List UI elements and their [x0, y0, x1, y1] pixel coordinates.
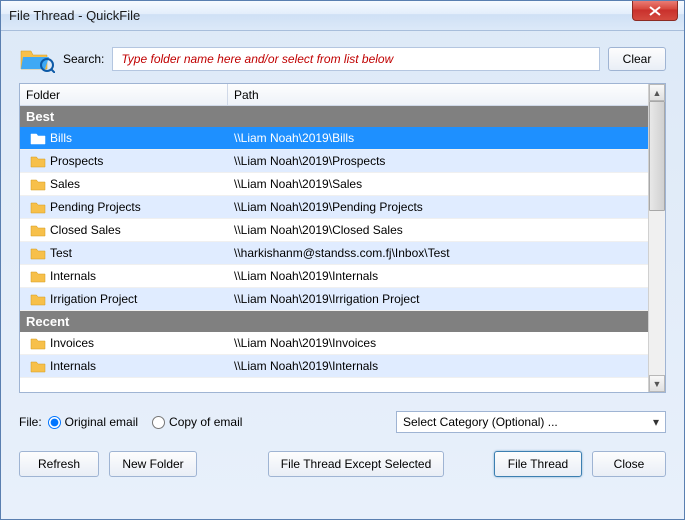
- row-folder-name: Invoices: [50, 336, 94, 350]
- row-path: \\Liam Noah\2019\Bills: [234, 131, 354, 145]
- scroll-thumb[interactable]: [649, 101, 665, 211]
- search-label: Search:: [63, 52, 104, 66]
- options-row: File: Original email Copy of email Selec…: [19, 411, 666, 433]
- radio-copy-label: Copy of email: [169, 415, 242, 429]
- folder-icon: [30, 201, 46, 214]
- scrollbar[interactable]: ▲ ▼: [648, 84, 665, 392]
- close-window-button[interactable]: [632, 1, 678, 21]
- new-folder-button[interactable]: New Folder: [109, 451, 197, 477]
- row-path: \\Liam Noah\2019\Irrigation Project: [234, 292, 419, 306]
- table-row[interactable]: Bills \\Liam Noah\2019\Bills: [20, 127, 648, 150]
- row-folder-name: Irrigation Project: [50, 292, 137, 306]
- row-folder-name: Pending Projects: [50, 200, 141, 214]
- radio-copy-input[interactable]: [152, 416, 165, 429]
- radio-copy-email[interactable]: Copy of email: [152, 415, 242, 429]
- content-area: Search: Clear Folder Path Best Bills \\Li…: [1, 31, 684, 491]
- app-icon: [19, 45, 55, 73]
- table-row[interactable]: Sales \\Liam Noah\2019\Sales: [20, 173, 648, 196]
- row-folder-name: Sales: [50, 177, 80, 191]
- table-row[interactable]: Test \\harkishanm@standss.com.fj\Inbox\Te…: [20, 242, 648, 265]
- row-folder-name: Internals: [50, 359, 96, 373]
- row-folder-name: Prospects: [50, 154, 103, 168]
- folder-icon: [30, 270, 46, 283]
- radio-original-label: Original email: [65, 415, 138, 429]
- row-folder-name: Internals: [50, 269, 96, 283]
- folder-icon: [30, 178, 46, 191]
- file-label: File:: [19, 415, 42, 429]
- folder-icon: [30, 360, 46, 373]
- file-thread-button[interactable]: File Thread: [494, 451, 582, 477]
- window-title: File Thread - QuickFile: [9, 8, 140, 23]
- titlebar[interactable]: File Thread - QuickFile: [1, 1, 684, 31]
- table-row[interactable]: Internals \\Liam Noah\2019\Internals: [20, 265, 648, 288]
- folder-icon: [30, 132, 46, 145]
- row-path: \\Liam Noah\2019\Internals: [234, 269, 378, 283]
- clear-button[interactable]: Clear: [608, 47, 666, 71]
- radio-original-email[interactable]: Original email: [48, 415, 138, 429]
- row-path: \\Liam Noah\2019\Internals: [234, 359, 378, 373]
- radio-original-input[interactable]: [48, 416, 61, 429]
- folder-icon: [30, 337, 46, 350]
- search-row: Search: Clear: [19, 45, 666, 73]
- table-row[interactable]: Prospects \\Liam Noah\2019\Prospects: [20, 150, 648, 173]
- button-row: Refresh New Folder File Thread Except Se…: [19, 451, 666, 477]
- scroll-track[interactable]: [649, 101, 665, 375]
- close-icon: [649, 6, 661, 16]
- table-row[interactable]: Invoices \\Liam Noah\2019\Invoices: [20, 332, 648, 355]
- row-path: \\Liam Noah\2019\Pending Projects: [234, 200, 423, 214]
- row-path: \\harkishanm@standss.com.fj\Inbox\Test: [234, 246, 450, 260]
- table-row[interactable]: Irrigation Project \\Liam Noah\2019\Irrig…: [20, 288, 648, 311]
- column-header-folder[interactable]: Folder: [20, 84, 228, 105]
- close-button[interactable]: Close: [592, 451, 666, 477]
- group-recent: Recent: [20, 311, 648, 332]
- folder-icon: [30, 224, 46, 237]
- row-folder-name: Test: [50, 246, 72, 260]
- table-row[interactable]: Internals \\Liam Noah\2019\Internals: [20, 355, 648, 378]
- row-folder-name: Bills: [50, 131, 72, 145]
- dialog-window: File Thread - QuickFile Search: Clear: [0, 0, 685, 520]
- row-folder-name: Closed Sales: [50, 223, 121, 237]
- group-best: Best: [20, 106, 648, 127]
- folder-icon: [30, 247, 46, 260]
- scroll-down-button[interactable]: ▼: [649, 375, 665, 392]
- folder-list: Folder Path Best Bills \\Liam Noah\2019\B…: [19, 83, 666, 393]
- category-placeholder: Select Category (Optional) ...: [403, 415, 558, 429]
- row-path: \\Liam Noah\2019\Sales: [234, 177, 362, 191]
- column-header-path[interactable]: Path: [228, 84, 648, 105]
- table-row[interactable]: Pending Projects \\Liam Noah\2019\Pending…: [20, 196, 648, 219]
- list-header: Folder Path: [20, 84, 648, 106]
- search-input[interactable]: [112, 47, 600, 71]
- category-select[interactable]: Select Category (Optional) ...: [396, 411, 666, 433]
- row-path: \\Liam Noah\2019\Closed Sales: [234, 223, 403, 237]
- table-row[interactable]: Closed Sales \\Liam Noah\2019\Closed Sale…: [20, 219, 648, 242]
- refresh-button[interactable]: Refresh: [19, 451, 99, 477]
- folder-icon: [30, 293, 46, 306]
- scroll-up-button[interactable]: ▲: [649, 84, 665, 101]
- folder-icon: [30, 155, 46, 168]
- row-path: \\Liam Noah\2019\Prospects: [234, 154, 385, 168]
- row-path: \\Liam Noah\2019\Invoices: [234, 336, 376, 350]
- file-thread-except-button[interactable]: File Thread Except Selected: [268, 451, 444, 477]
